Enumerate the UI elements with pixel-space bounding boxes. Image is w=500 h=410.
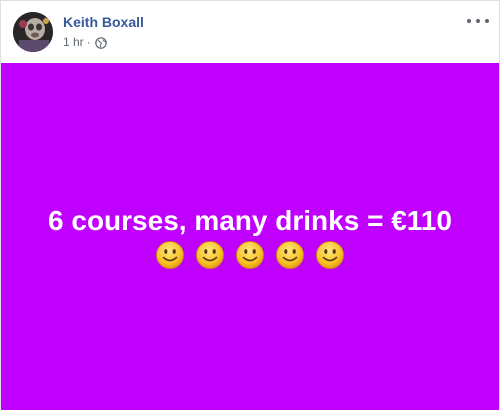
more-options-icon[interactable]: [467, 15, 489, 27]
more-dot: [476, 19, 480, 23]
meta-separator: ·: [86, 35, 91, 49]
author-name[interactable]: Keith Boxall: [63, 14, 144, 30]
more-dot: [485, 19, 489, 23]
author-avatar[interactable]: [13, 12, 53, 52]
emoji-row: [1, 240, 499, 272]
smile-icon: [236, 241, 264, 269]
post-timestamp[interactable]: 1 hr: [63, 35, 84, 49]
feed-post: Keith Boxall 1 hr · 6 courses, many drin…: [0, 0, 500, 410]
smile-icon: [156, 241, 184, 269]
smile-icon: [276, 241, 304, 269]
post-header: Keith Boxall 1 hr ·: [1, 1, 499, 63]
post-background[interactable]: 6 courses, many drinks = €110: [1, 63, 499, 410]
globe-icon[interactable]: [94, 36, 107, 49]
post-text: 6 courses, many drinks = €110: [48, 205, 452, 236]
more-dot: [467, 19, 471, 23]
smile-icon: [196, 241, 224, 269]
post-meta: 1 hr ·: [63, 35, 107, 49]
smile-icon: [316, 241, 344, 269]
